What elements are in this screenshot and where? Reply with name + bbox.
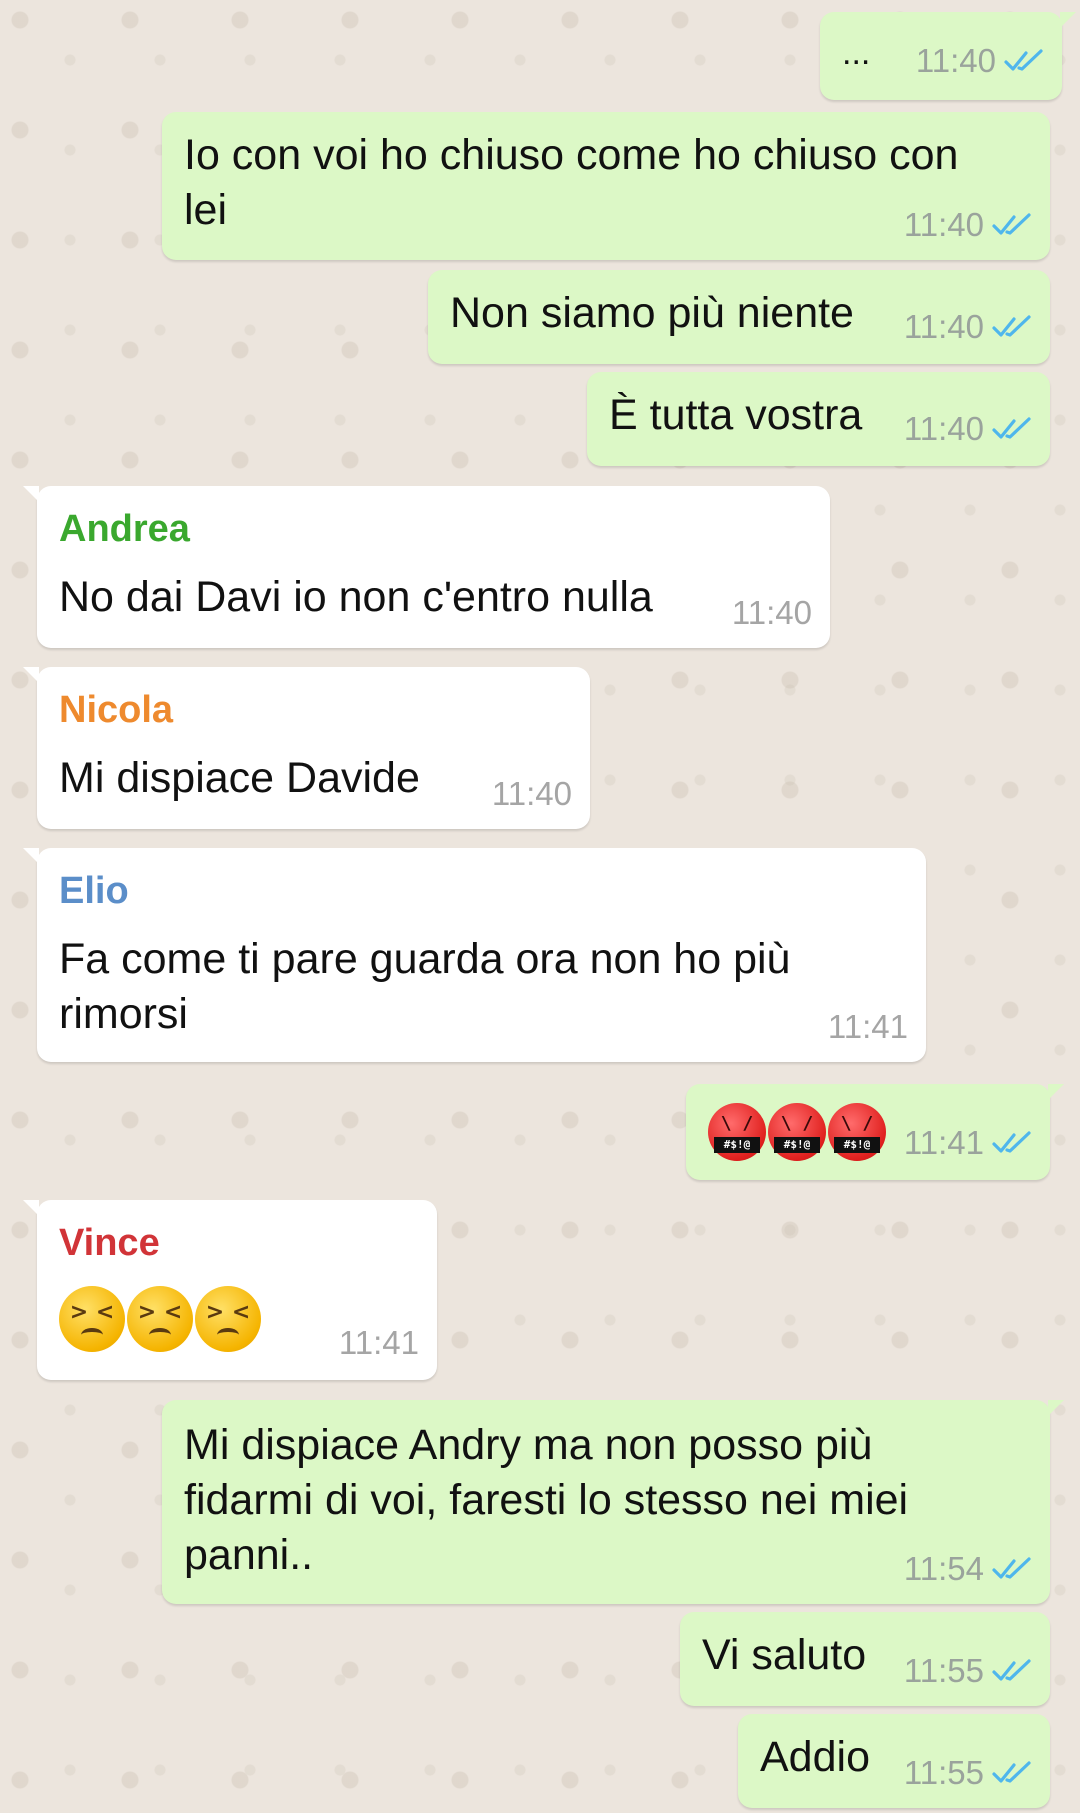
outgoing-message[interactable]: Io con voi ho chiuso come ho chiuso con …	[162, 112, 1050, 260]
message-time: 11:40	[731, 594, 812, 631]
message-time: 11:55	[903, 1754, 984, 1791]
incoming-message[interactable]: Elio Fa come ti pare guarda ora non ho p…	[23, 848, 926, 1062]
outgoing-message[interactable]: ... 11:40	[820, 12, 1076, 100]
message-time: 11:55	[903, 1652, 984, 1689]
message-meta: 11:40	[904, 206, 1032, 244]
message-time: 11:41	[903, 1124, 984, 1161]
outgoing-message[interactable]: Vi saluto 11:55	[680, 1612, 1050, 1706]
message-text-line: panni..	[184, 1531, 314, 1579]
persevering-face-emoji	[59, 1286, 125, 1352]
message-time: 11:40	[903, 206, 984, 243]
message-meta: 11:41	[828, 1008, 908, 1046]
message-meta: 11:40	[492, 775, 572, 813]
message-time: 11:41	[338, 1324, 419, 1361]
message-meta: 11:41	[904, 1124, 1032, 1162]
message-text: Vi saluto	[702, 1631, 867, 1679]
double-check-read-icon	[992, 315, 1031, 337]
message-meta: 11:40	[916, 42, 1044, 80]
face-with-symbols-on-mouth-emoji	[768, 1103, 826, 1161]
message-text: Io con voi ho chiuso come ho chiuso con …	[184, 128, 958, 238]
sender-name[interactable]: Andrea	[59, 508, 190, 551]
message-text-line: Io con voi ho chiuso come ho chiuso con	[184, 131, 959, 179]
double-check-read-icon	[992, 1659, 1031, 1681]
message-meta: 11:55	[904, 1652, 1032, 1690]
message-text-line: lei	[184, 186, 228, 234]
sender-name[interactable]: Elio	[59, 870, 129, 913]
message-meta: 11:54	[904, 1550, 1032, 1588]
message-meta: 11:55	[904, 1754, 1032, 1792]
message-time: 11:40	[903, 308, 984, 345]
outgoing-message[interactable]: 11:41	[686, 1084, 1064, 1180]
message-text-line: rimorsi	[59, 990, 188, 1038]
sender-name[interactable]: Nicola	[59, 689, 173, 732]
persevering-face-emoji	[127, 1286, 193, 1352]
persevering-face-emoji	[195, 1286, 261, 1352]
message-text: Fa come ti pare guarda ora non ho più ri…	[59, 932, 790, 1042]
message-text: È tutta vostra	[609, 391, 863, 439]
message-text-line: Mi dispiace Andry ma non posso più	[184, 1421, 873, 1469]
double-check-read-icon	[1004, 49, 1043, 71]
outgoing-message[interactable]: Addio 11:55	[738, 1714, 1050, 1808]
message-time: 11:41	[827, 1008, 908, 1045]
chat-background: ... 11:40 Io con voi ho chiuso come ho c…	[0, 0, 1080, 1813]
outgoing-message[interactable]: Non siamo più niente 11:40	[428, 270, 1050, 364]
message-text-line: Fa come ti pare guarda ora non ho più	[59, 935, 791, 983]
incoming-message[interactable]: Vince 11:41	[23, 1200, 437, 1380]
face-with-symbols-on-mouth-emoji	[828, 1103, 886, 1161]
message-meta: 11:40	[732, 594, 812, 632]
emoji-row	[708, 1103, 888, 1161]
message-text: No dai Davi io non c'entro nulla	[59, 573, 653, 621]
message-time: 11:40	[903, 410, 984, 447]
message-text: Mi dispiace Andry ma non posso più fidar…	[184, 1418, 908, 1583]
message-meta: 11:41	[339, 1324, 419, 1362]
message-text: ...	[842, 34, 871, 72]
message-time: 11:40	[915, 42, 996, 79]
outgoing-message[interactable]: Mi dispiace Andry ma non posso più fidar…	[162, 1400, 1064, 1604]
message-text: Non siamo più niente	[450, 289, 854, 337]
double-check-read-icon	[992, 1131, 1031, 1153]
message-text-line: fidarmi di voi, faresti lo stesso nei mi…	[184, 1476, 909, 1524]
message-time: 11:54	[903, 1550, 984, 1587]
double-check-read-icon	[992, 1557, 1031, 1579]
message-text: Addio	[760, 1733, 870, 1781]
message-meta: 11:40	[904, 308, 1032, 346]
message-time: 11:40	[491, 775, 572, 812]
sender-name[interactable]: Vince	[59, 1222, 160, 1265]
outgoing-message[interactable]: È tutta vostra 11:40	[587, 372, 1050, 466]
emoji-row	[59, 1286, 263, 1352]
double-check-read-icon	[992, 213, 1031, 235]
double-check-read-icon	[992, 1761, 1031, 1783]
incoming-message[interactable]: Nicola Mi dispiace Davide 11:40	[23, 667, 590, 829]
message-text: Mi dispiace Davide	[59, 754, 420, 802]
incoming-message[interactable]: Andrea No dai Davi io non c'entro nulla …	[23, 486, 830, 648]
face-with-symbols-on-mouth-emoji	[708, 1103, 766, 1161]
message-meta: 11:40	[904, 410, 1032, 448]
double-check-read-icon	[992, 417, 1031, 439]
